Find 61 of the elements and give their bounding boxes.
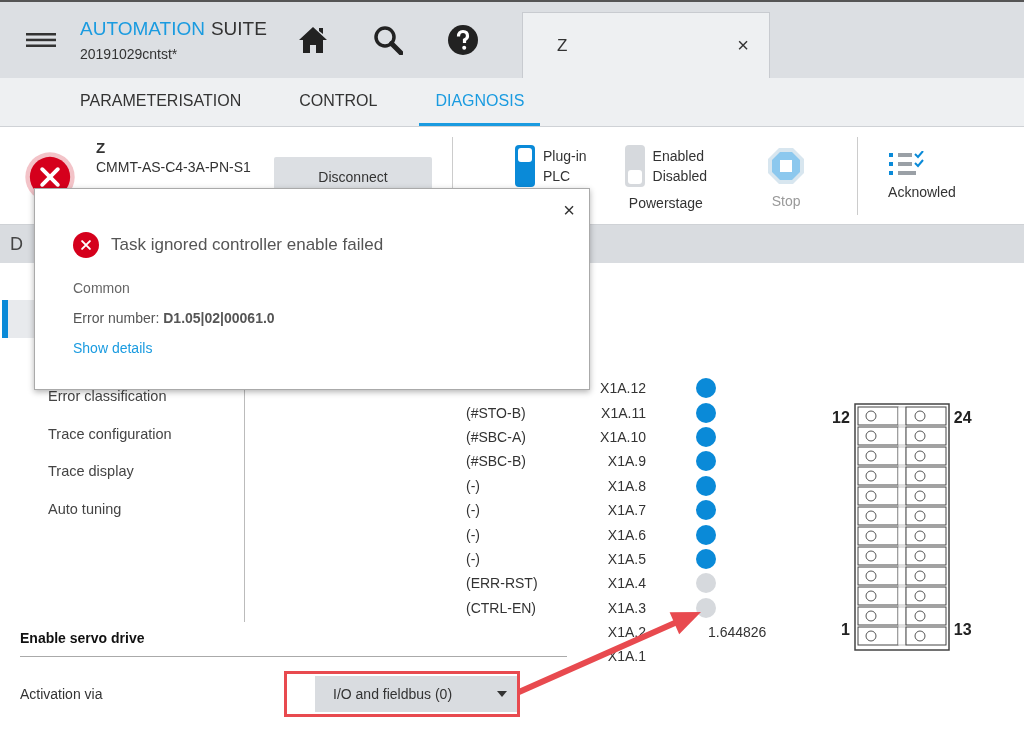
device-model: CMMT-AS-C4-3A-PN-S1 bbox=[96, 159, 252, 175]
sidebar-item[interactable]: Trace display bbox=[2, 452, 244, 490]
section-heading: Enable servo drive bbox=[20, 630, 567, 657]
error-title: Task ignored controller enable failed bbox=[111, 235, 384, 255]
checklist-icon bbox=[888, 151, 925, 176]
switch-caption: Powerstage bbox=[628, 195, 703, 211]
switch-label: Plug-in bbox=[543, 148, 587, 164]
acknowledge-button[interactable]: Acknowled bbox=[888, 151, 956, 200]
pin-label: X1A.10 bbox=[599, 428, 646, 445]
nav-tab[interactable]: CONTROL bbox=[283, 78, 394, 126]
app-brand: AUTOMATION bbox=[80, 18, 205, 40]
signal-name: (ERR-RST) bbox=[466, 575, 539, 592]
signal-name: (-) bbox=[466, 502, 481, 519]
app-name: SUITE bbox=[210, 18, 267, 40]
field-label: Activation via bbox=[20, 686, 104, 702]
signal-name: (-) bbox=[466, 550, 481, 567]
error-category: Common bbox=[73, 280, 131, 296]
toggle-switch[interactable] bbox=[624, 145, 645, 187]
pin-label: X1A.7 bbox=[606, 502, 646, 519]
pin-number: 1 bbox=[840, 621, 850, 639]
sidebar-item[interactable]: Auto tuning bbox=[2, 490, 244, 528]
signal-name: (-) bbox=[466, 526, 481, 543]
section-title: D bbox=[10, 233, 23, 255]
pin-label: X1A.11 bbox=[600, 404, 646, 421]
signal-name: (-) bbox=[466, 477, 481, 494]
toggle-switch[interactable] bbox=[515, 145, 535, 187]
switch-label: Disabled bbox=[652, 168, 708, 184]
caret-icon bbox=[497, 691, 507, 697]
signal-name: (#SBC-B) bbox=[466, 453, 527, 470]
error-icon bbox=[73, 232, 99, 258]
home-icon[interactable] bbox=[298, 25, 328, 55]
pin-number: 24 bbox=[953, 409, 972, 427]
pin-label: X1A.4 bbox=[606, 575, 646, 592]
switch-label: PLC bbox=[543, 168, 572, 184]
pin-number: 12 bbox=[832, 409, 850, 427]
sidebar-item[interactable]: Trace configuration bbox=[2, 415, 244, 453]
nav-tab[interactable]: PARAMETERISATION bbox=[64, 78, 258, 126]
close-icon[interactable]: × bbox=[737, 34, 749, 57]
pin-label: X1A.12 bbox=[599, 380, 646, 397]
pin-label: X1A.6 bbox=[606, 526, 646, 543]
switch-label: Enabled bbox=[652, 148, 705, 164]
menu-icon[interactable] bbox=[26, 33, 56, 47]
activation-dropdown[interactable]: I/O and fieldbus (0) bbox=[315, 676, 517, 712]
pin-label: X1A.9 bbox=[606, 453, 646, 470]
error-number: Error number: D1.05|02|00061.0 bbox=[73, 310, 276, 326]
device-name: Z bbox=[96, 139, 107, 156]
signal-name: (#SBC-A) bbox=[466, 428, 527, 445]
help-icon[interactable] bbox=[448, 25, 478, 55]
signal-name: (CTRL-EN) bbox=[466, 599, 537, 616]
pin-number: 13 bbox=[953, 621, 972, 639]
document-tab[interactable]: Z × bbox=[522, 12, 770, 78]
pin-label: X1A.5 bbox=[606, 550, 646, 567]
search-icon[interactable] bbox=[373, 25, 403, 55]
stop-icon bbox=[767, 147, 806, 185]
signal-value: 1.644826 bbox=[708, 624, 767, 641]
pin-label: X1A.8 bbox=[606, 477, 646, 494]
pin-label: X1A.3 bbox=[606, 599, 646, 616]
tab-title: Z bbox=[557, 35, 568, 56]
project-name: 20191029cntst* bbox=[80, 46, 179, 62]
close-button[interactable]: × bbox=[563, 199, 575, 222]
signal-name: (#STO-B) bbox=[466, 404, 527, 421]
